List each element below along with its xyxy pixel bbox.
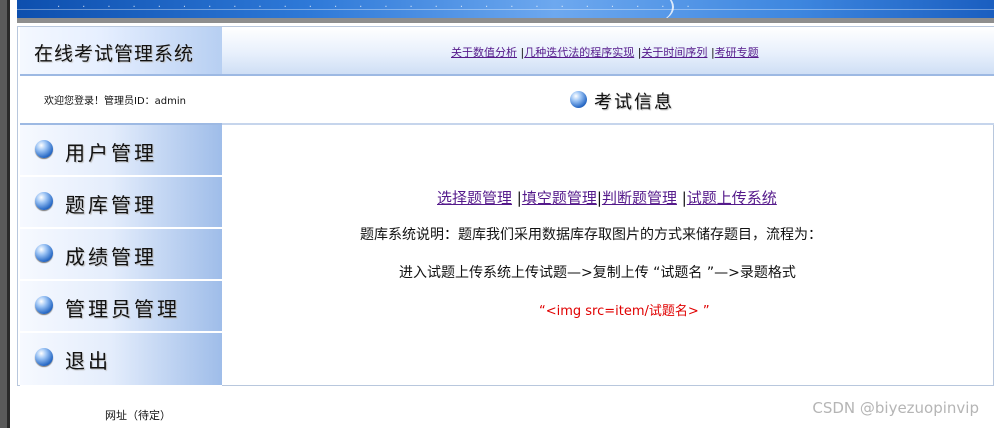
section-header: 考试信息 [222,76,994,125]
sidebar-item-question-bank[interactable]: 题库管理 [20,177,222,229]
sidebar-item-label: 退出 [65,349,111,373]
banner-swoosh [632,0,674,18]
top-nav: 关于数值分析 |几种迭代法的程序实现 |关于时间序列 |考研专题 [222,27,994,76]
nav-link-numerical-analysis[interactable]: 关于数值分析 [451,46,517,59]
main-panel: 关于数值分析 |几种迭代法的程序实现 |关于时间序列 |考研专题 考试信息 选择… [222,27,994,385]
sidebar: 在线考试管理系统 欢迎您登录！管理员ID：admin 用户管理 题库管理 成绩管… [20,27,222,387]
sidebar-item-logout[interactable]: 退出 [20,333,222,387]
nav-links: 关于数值分析 |几种迭代法的程序实现 |关于时间序列 |考研专题 [451,44,759,60]
sidebar-item-label: 题库管理 [65,193,157,217]
globe-bullet-icon [35,244,53,262]
globe-bullet-icon [35,348,53,366]
welcome-panel: 欢迎您登录！管理员ID：admin [20,76,222,125]
watermark: CSDN @biyezuopinvip [812,399,979,417]
link-choice-questions[interactable]: 选择题管理 [437,189,512,207]
process-description: 进入试题上传系统上传试题—>复制上传 “试题名 ”—>录题格式 [399,265,796,281]
nav-link-time-series[interactable]: 关于时间序列 [641,46,707,59]
system-title: 在线考试管理系统 [34,43,195,65]
banner-decoration: ·························· [57,2,712,13]
sidebar-item-label: 成绩管理 [65,245,157,269]
section-title: 考试信息 [594,92,674,113]
link-fill-blank-questions[interactable]: 填空题管理 [522,189,597,207]
sidebar-item-admin-management[interactable]: 管理员管理 [20,281,222,333]
welcome-text: 欢迎您登录！管理员ID：admin [44,96,186,107]
banner-divider [17,18,994,23]
content-area: 选择题管理 |填空题管理|判断题管理 |试题上传系统 题库系统说明：题库我们采用… [222,125,994,385]
sidebar-item-label: 用户管理 [65,141,157,165]
format-example: “<img src=item/试题名> ” [539,304,710,319]
header-banner: ·························· [17,0,994,18]
sidebar-item-label: 管理员管理 [65,297,180,321]
globe-bullet-icon [35,140,53,158]
sidebar-item-user-management[interactable]: 用户管理 [20,125,222,177]
page: ·························· 在线考试管理系统 欢迎您登… [0,0,994,428]
sidebar-item-score-management[interactable]: 成绩管理 [20,229,222,281]
link-upload-system[interactable]: 试题上传系统 [687,189,777,207]
link-true-false-questions[interactable]: 判断题管理 [602,189,677,207]
bank-description: 题库系统说明：题库我们采用数据库存取图片的方式来储存题目，流程为： [360,227,822,243]
sidebar-header: 在线考试管理系统 [20,27,222,76]
nav-link-graduate-exam[interactable]: 考研专题 [715,46,759,59]
globe-bullet-icon [35,296,53,314]
footer-url: 网址（待定） [105,409,171,422]
globe-bullet-icon [570,91,587,108]
globe-bullet-icon [35,192,53,210]
nav-link-iteration-methods[interactable]: 几种迭代法的程序实现 [524,46,634,59]
window-edge-inner [7,0,10,428]
question-links: 选择题管理 |填空题管理|判断题管理 |试题上传系统 [437,187,777,208]
window-edge [0,0,7,428]
